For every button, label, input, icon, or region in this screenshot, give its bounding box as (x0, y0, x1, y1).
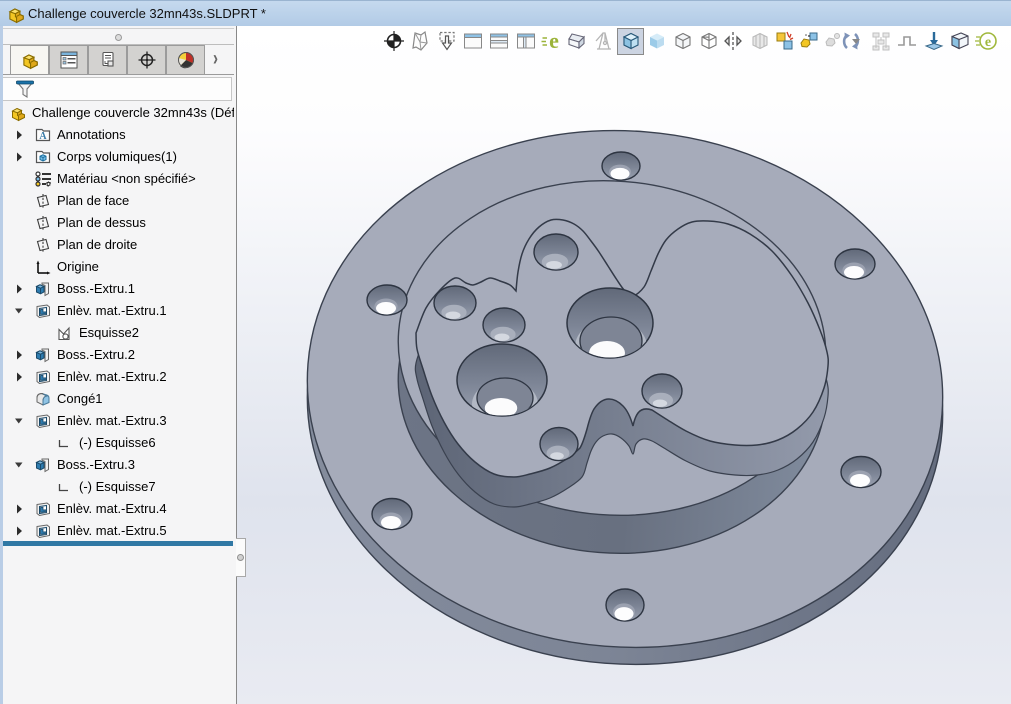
svg-text:A: A (39, 131, 47, 142)
svg-text:e: e (549, 29, 559, 53)
svg-text:e: e (985, 35, 991, 50)
